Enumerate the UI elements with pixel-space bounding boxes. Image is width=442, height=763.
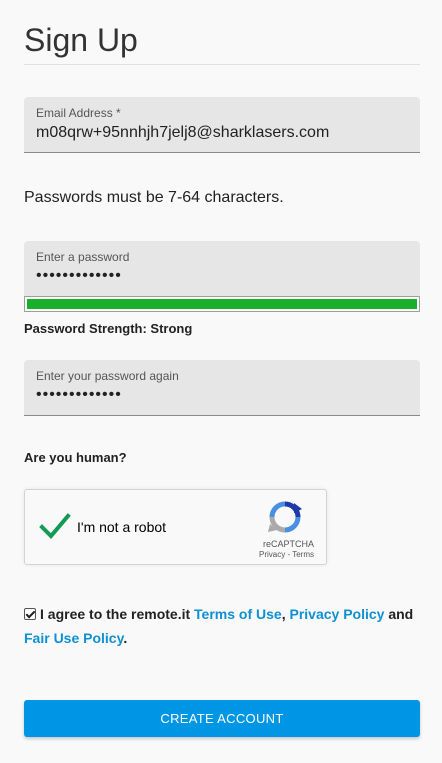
confirm-password-label: Enter your password again [36,369,179,383]
agreement-comma: , [281,606,290,622]
fair-use-policy-link[interactable]: Fair Use Policy [24,630,123,646]
captcha-question: Are you human? [24,450,127,465]
recaptcha-links: Privacy - Terms [259,550,314,559]
recaptcha-terms-link[interactable]: Terms [292,550,314,559]
terms-agreement: I agree to the remote.it Terms of Use, P… [24,602,420,650]
password-strength-label: Password Strength: Strong [24,321,193,336]
email-value[interactable]: m08qrw+95nnhjh7jelj8@sharklasers.com [36,124,329,142]
recaptcha-logo-icon [268,501,302,533]
agreement-period: . [123,630,128,646]
checkbox-checked-icon[interactable] [24,608,36,620]
page-title: Sign Up [24,22,138,58]
confirm-password-value[interactable]: ••••••••••••• [36,386,122,404]
password-label: Enter a password [36,250,130,264]
email-label: Email Address * [36,106,121,120]
checkmark-icon[interactable] [39,510,71,542]
terms-of-use-link[interactable]: Terms of Use [194,606,282,622]
password-field[interactable]: Enter a password ••••••••••••• [24,241,420,297]
captcha-checkbox-label: I'm not a robot [77,519,167,535]
create-account-button[interactable]: CREATE ACCOUNT [24,700,420,737]
agreement-prefix: I agree to the remote.it [40,606,195,622]
email-field[interactable]: Email Address * m08qrw+95nnhjh7jelj8@sha… [24,97,420,153]
password-requirements: Passwords must be 7-64 characters. [24,189,284,206]
recaptcha-privacy-link[interactable]: Privacy [259,550,285,559]
agreement-and: and [384,606,414,622]
confirm-password-field[interactable]: Enter your password again ••••••••••••• [24,360,420,416]
privacy-policy-link[interactable]: Privacy Policy [290,606,385,622]
password-strength-meter [24,296,420,312]
recaptcha-widget: I'm not a robot reCAPTCHA Privacy - Term… [24,489,327,565]
recaptcha-brand: reCAPTCHA [262,539,314,549]
password-strength-fill [27,299,417,309]
password-value[interactable]: ••••••••••••• [36,267,122,285]
title-divider [24,64,420,65]
